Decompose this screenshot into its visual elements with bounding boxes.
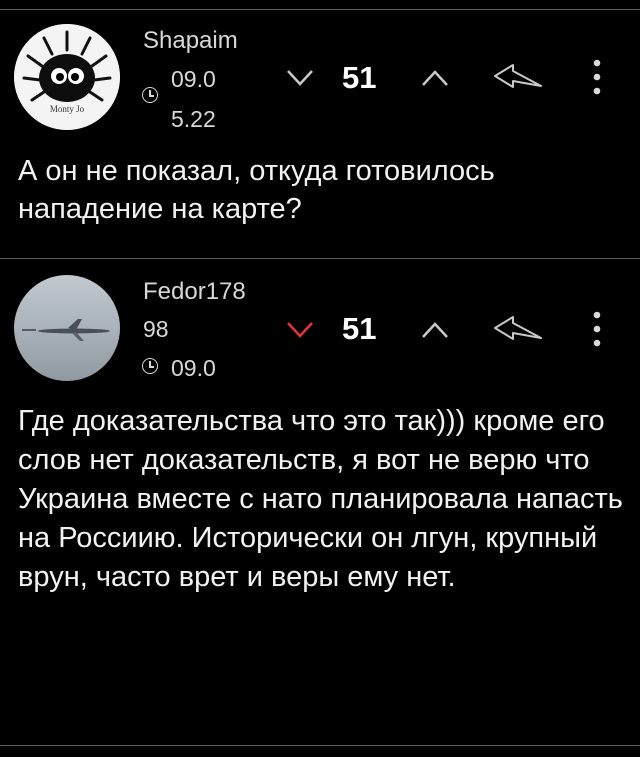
comment-score: 51 — [342, 311, 377, 346]
username[interactable]: Fedor178 — [143, 278, 246, 306]
clock-icon — [142, 87, 158, 103]
downvote-chevron-icon[interactable] — [285, 68, 315, 88]
bottom-separator — [0, 745, 640, 746]
upvote-chevron-icon[interactable] — [420, 68, 450, 88]
monty-jo-avatar-icon — [14, 24, 120, 130]
upvote-chevron-icon[interactable] — [420, 320, 450, 340]
comment-text: Где доказательства что это так))) кроме … — [18, 405, 623, 593]
username[interactable]: Shapaim — [143, 27, 238, 55]
avatar-caption: Monty Jo — [49, 104, 85, 114]
comment-meta-line-1: 98 — [143, 316, 169, 342]
comment: Fedor178 98 09.0 51 Где доказательства ч… — [0, 259, 640, 745]
clock-icon — [142, 358, 158, 374]
downvote-chevron-icon-active[interactable] — [285, 320, 315, 340]
comment-date-line-1: 09.0 — [171, 66, 216, 92]
reply-icon[interactable] — [492, 314, 544, 342]
comment: Monty Jo Shapaim 09.0 5.22 51 А он не по… — [0, 0, 640, 258]
comment-score: 51 — [342, 60, 377, 95]
avatar[interactable]: Monty Jo — [14, 24, 120, 130]
more-options-icon[interactable] — [592, 59, 602, 95]
avatar[interactable] — [14, 275, 120, 381]
reply-icon[interactable] — [492, 62, 544, 90]
comment-date-line-2: 5.22 — [171, 106, 216, 132]
more-options-icon[interactable] — [592, 311, 602, 347]
comment-text: А он не показал, откуда готовилось напад… — [18, 155, 495, 225]
comment-date: 09.0 — [171, 355, 216, 381]
airplane-photo-avatar-icon — [22, 319, 110, 341]
